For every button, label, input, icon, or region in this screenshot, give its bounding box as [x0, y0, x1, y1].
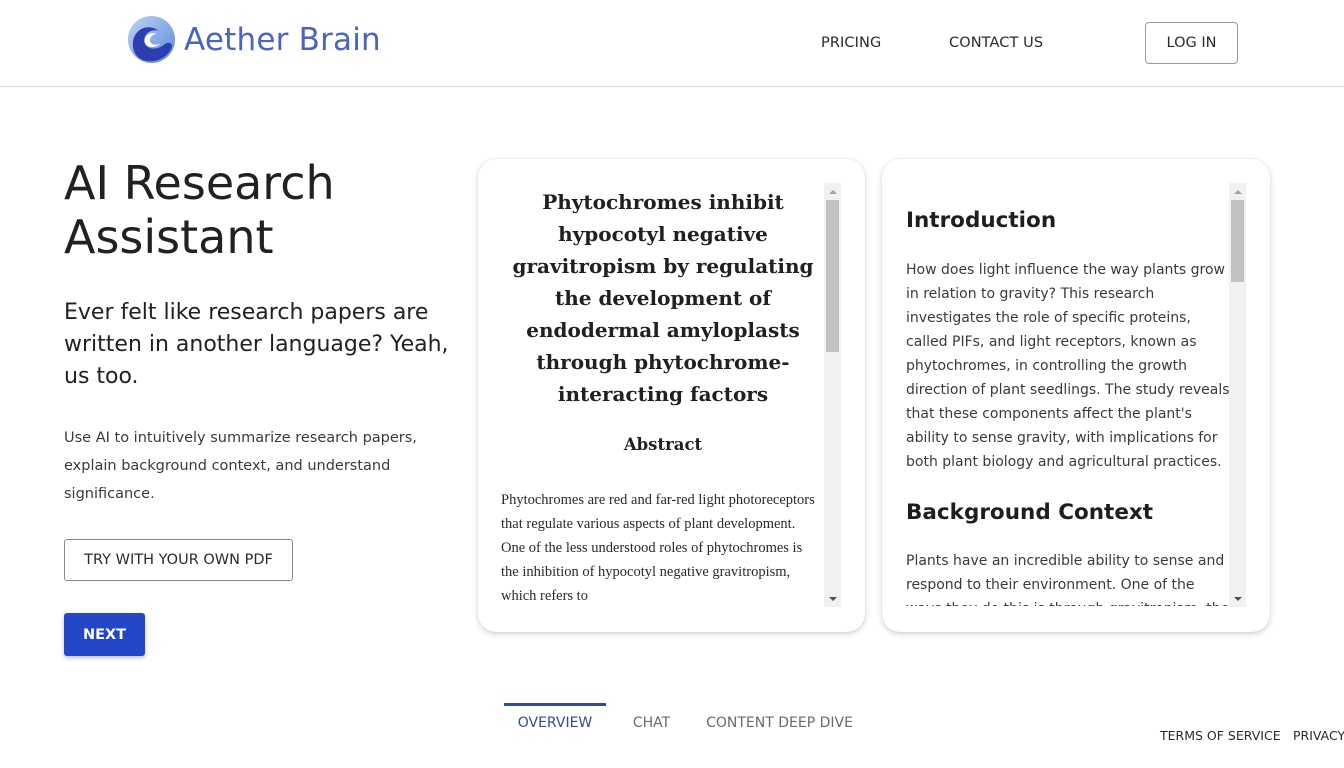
- summary-card: Introduction How does light influence th…: [882, 159, 1270, 632]
- paper-scrollbar[interactable]: [824, 183, 841, 607]
- brand-logo[interactable]: Aether Brain: [127, 15, 381, 64]
- scroll-down-arrow-icon[interactable]: [824, 590, 841, 607]
- try-own-pdf-button[interactable]: TRY WITH YOUR OWN PDF: [64, 539, 293, 581]
- section-heading-introduction: Introduction: [906, 208, 1057, 233]
- abstract-heading: Abstract: [623, 435, 703, 454]
- tab-overview[interactable]: OVERVIEW: [504, 703, 606, 743]
- summary-scrollbar-thumb[interactable]: [1231, 200, 1244, 282]
- nav-pricing-link[interactable]: PRICING: [821, 35, 881, 51]
- summary-scroll-area[interactable]: Introduction How does light influence th…: [882, 184, 1270, 606]
- nav-contact-link[interactable]: CONTACT US: [949, 35, 1043, 51]
- section-text-introduction: How does light influence the way plants …: [906, 262, 1230, 470]
- hero-description: Use AI to intuitively summarize research…: [64, 430, 417, 502]
- scroll-up-arrow-icon[interactable]: [824, 183, 841, 200]
- hero-subtitle: Ever felt like research papers are writt…: [64, 300, 449, 389]
- scroll-down-arrow-icon[interactable]: [1229, 590, 1246, 607]
- terms-of-service-link[interactable]: TERMS OF SERVICE: [1160, 728, 1281, 743]
- paper-scroll-area[interactable]: Phytochromes inhibit hypocotyl negative …: [478, 184, 865, 606]
- site-header: Aether Brain PRICING CONTACT US LOG IN: [0, 0, 1344, 87]
- section-heading-background: Background Context: [906, 500, 1154, 525]
- wave-globe-icon: [127, 15, 176, 64]
- view-tabs: OVERVIEW CHAT CONTENT DEEP DIVE: [504, 703, 862, 743]
- scroll-up-arrow-icon[interactable]: [1229, 183, 1246, 200]
- privacy-link[interactable]: PRIVACY: [1293, 728, 1344, 743]
- brand-name: Aether Brain: [184, 21, 381, 58]
- abstract-text: Phytochromes are red and far-red light p…: [501, 492, 815, 604]
- tab-chat[interactable]: CHAT: [606, 703, 697, 743]
- tab-content-deep-dive[interactable]: CONTENT DEEP DIVE: [697, 703, 862, 743]
- paper-scrollbar-thumb[interactable]: [826, 200, 839, 352]
- section-text-background: Plants have an incredible ability to sen…: [906, 553, 1229, 606]
- login-button[interactable]: LOG IN: [1145, 22, 1238, 64]
- paper-title: Phytochromes inhibit hypocotyl negative …: [512, 190, 814, 406]
- hero-title: AI Research Assistant: [64, 156, 335, 264]
- summary-scrollbar[interactable]: [1229, 183, 1246, 607]
- next-button[interactable]: NEXT: [64, 613, 145, 656]
- paper-preview-card: Phytochromes inhibit hypocotyl negative …: [478, 159, 865, 632]
